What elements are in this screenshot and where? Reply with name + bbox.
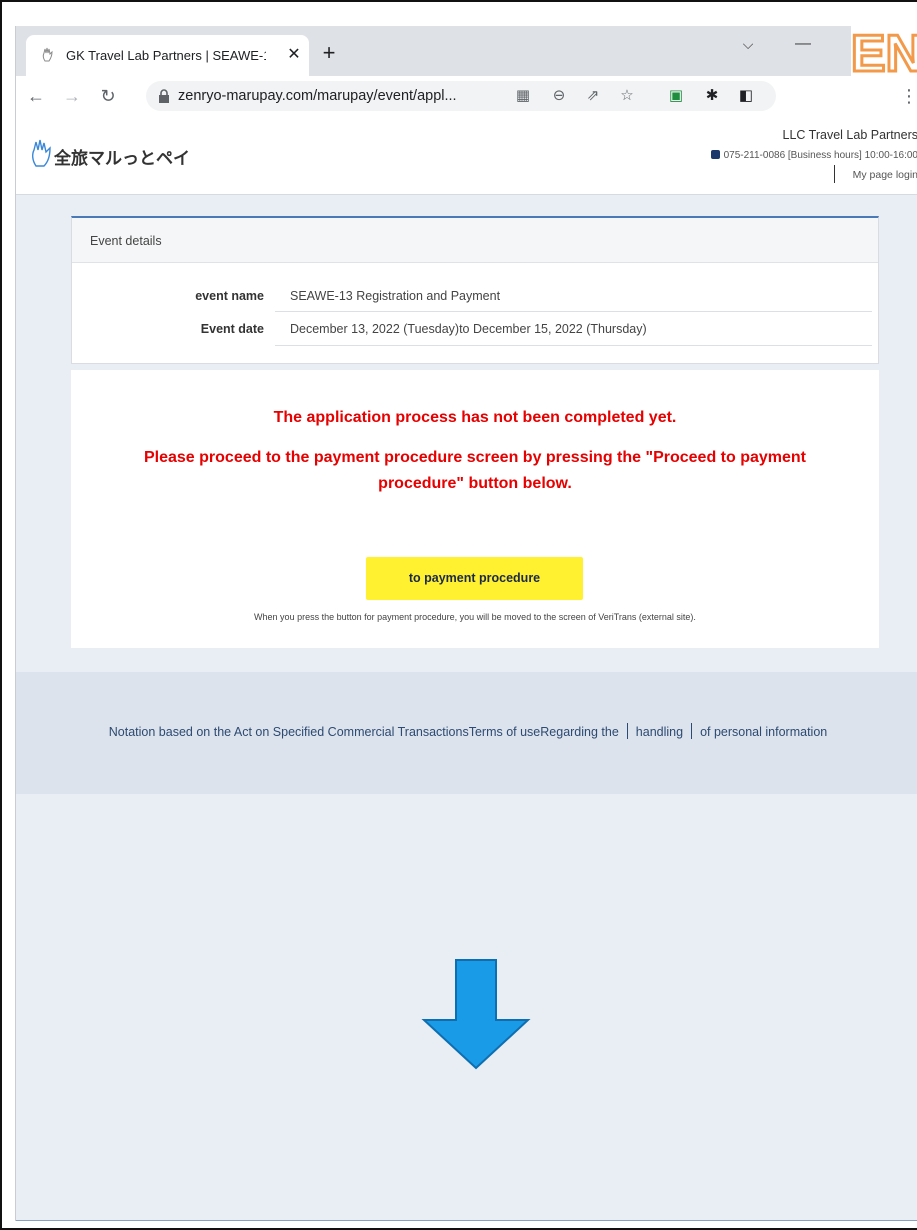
row-divider xyxy=(275,345,872,346)
svg-text:EN: EN xyxy=(851,26,917,78)
row-divider xyxy=(275,311,872,312)
extension-green-icon[interactable]: ▣ xyxy=(664,84,688,108)
puzzle-extensions-icon[interactable]: ✱ xyxy=(700,84,724,108)
application-notice-panel: The application process has not been com… xyxy=(71,370,879,648)
phone-icon xyxy=(710,150,720,159)
zoom-out-icon[interactable]: ⊖ xyxy=(548,85,570,107)
event-name-label: event name xyxy=(195,289,264,303)
kebab-menu-icon[interactable]: ⋮ xyxy=(900,84,917,108)
regarding-the-link[interactable]: Regarding the xyxy=(540,725,619,739)
phone-hours: 075-211-0086 [Business hours] 10:00-16:0… xyxy=(710,148,917,164)
company-name: LLC Travel Lab Partners xyxy=(782,128,917,142)
tab-search-chevron-icon[interactable]: ⌵ xyxy=(736,32,760,56)
bookmark-star-icon[interactable]: ☆ xyxy=(616,85,638,107)
incomplete-warning: The application process has not been com… xyxy=(273,409,677,426)
tab-title: GK Travel Lab Partners | SEAWE-1 xyxy=(66,48,266,63)
zenryo-marupay-logo[interactable]: 全旅マルっとペイ xyxy=(30,136,210,172)
terms-of-use-link[interactable]: Terms of use xyxy=(469,725,541,739)
hand-favicon-icon xyxy=(40,47,56,63)
site-footer: Notation based on the Act on Specified C… xyxy=(16,672,917,794)
browser-toolbar: ← → ↻ zenryo-marupay.com/marupay/event/a… xyxy=(16,76,917,117)
commercial-transactions-link[interactable]: Notation based on the Act on Specified C… xyxy=(109,725,469,739)
browser-window: GK Travel Lab Partners | SEAWE-1 ✕ + ⌵ —… xyxy=(15,26,917,1221)
footer-divider xyxy=(626,723,628,739)
proceed-instruction-line2: procedure" button below. xyxy=(378,475,572,492)
footer-links: Notation based on the Act on Specified C… xyxy=(16,722,917,742)
share-icon[interactable]: ⇗ xyxy=(582,85,604,107)
event-details-card: Event details event name SEAWE-13 Regist… xyxy=(71,216,879,364)
personal-information-link[interactable]: of personal information xyxy=(700,725,827,739)
veritrans-redirect-note: When you press the button for payment pr… xyxy=(254,612,696,622)
phone-hours-text: 075-211-0086 [Business hours] 10:00-16:0… xyxy=(723,150,917,161)
site-header: 全旅マルっとペイ LLC Travel Lab Partners 075-211… xyxy=(16,116,917,195)
event-date-label: Event date xyxy=(200,322,264,336)
my-page-login-link[interactable]: My page login xyxy=(841,167,917,183)
back-arrow-icon[interactable]: ← xyxy=(24,84,48,108)
event-details-header: Event details xyxy=(72,218,878,263)
forward-arrow-icon[interactable]: → xyxy=(60,84,84,108)
event-details-title: Event details xyxy=(90,234,162,248)
lock-icon xyxy=(159,89,169,103)
new-tab-button[interactable]: + xyxy=(317,42,341,66)
tab-strip: GK Travel Lab Partners | SEAWE-1 ✕ + ⌵ —… xyxy=(16,26,917,78)
header-divider xyxy=(834,165,835,183)
event-date-value: December 13, 2022 (Tuesday)to December 1… xyxy=(290,322,647,336)
proceed-instruction-line1: Please proceed to the payment procedure … xyxy=(143,449,806,466)
bottom-border xyxy=(16,1220,917,1221)
reload-icon[interactable]: ↻ xyxy=(96,84,120,108)
minimize-icon[interactable]: — xyxy=(791,32,815,56)
screenshot-frame: GK Travel Lab Partners | SEAWE-1 ✕ + ⌵ —… xyxy=(0,0,917,1230)
svg-text:全旅マルっとペイ: 全旅マルっとペイ xyxy=(53,148,190,169)
payment-procedure-button[interactable]: to payment procedure xyxy=(366,557,583,600)
side-panel-icon[interactable]: ◧ xyxy=(734,84,758,108)
translate-icon[interactable]: ▦ xyxy=(512,85,534,107)
handling-link[interactable]: handling xyxy=(636,725,683,739)
footer-divider xyxy=(691,723,693,739)
en-language-badge: EN xyxy=(851,26,917,78)
tab-close-icon[interactable]: ✕ xyxy=(284,45,304,65)
down-arrow-icon xyxy=(421,959,531,1070)
event-name-value: SEAWE-13 Registration and Payment xyxy=(290,289,501,303)
browser-tab[interactable]: GK Travel Lab Partners | SEAWE-1 ✕ xyxy=(26,35,309,76)
url-text: zenryo-marupay.com/marupay/event/appl... xyxy=(178,88,457,104)
